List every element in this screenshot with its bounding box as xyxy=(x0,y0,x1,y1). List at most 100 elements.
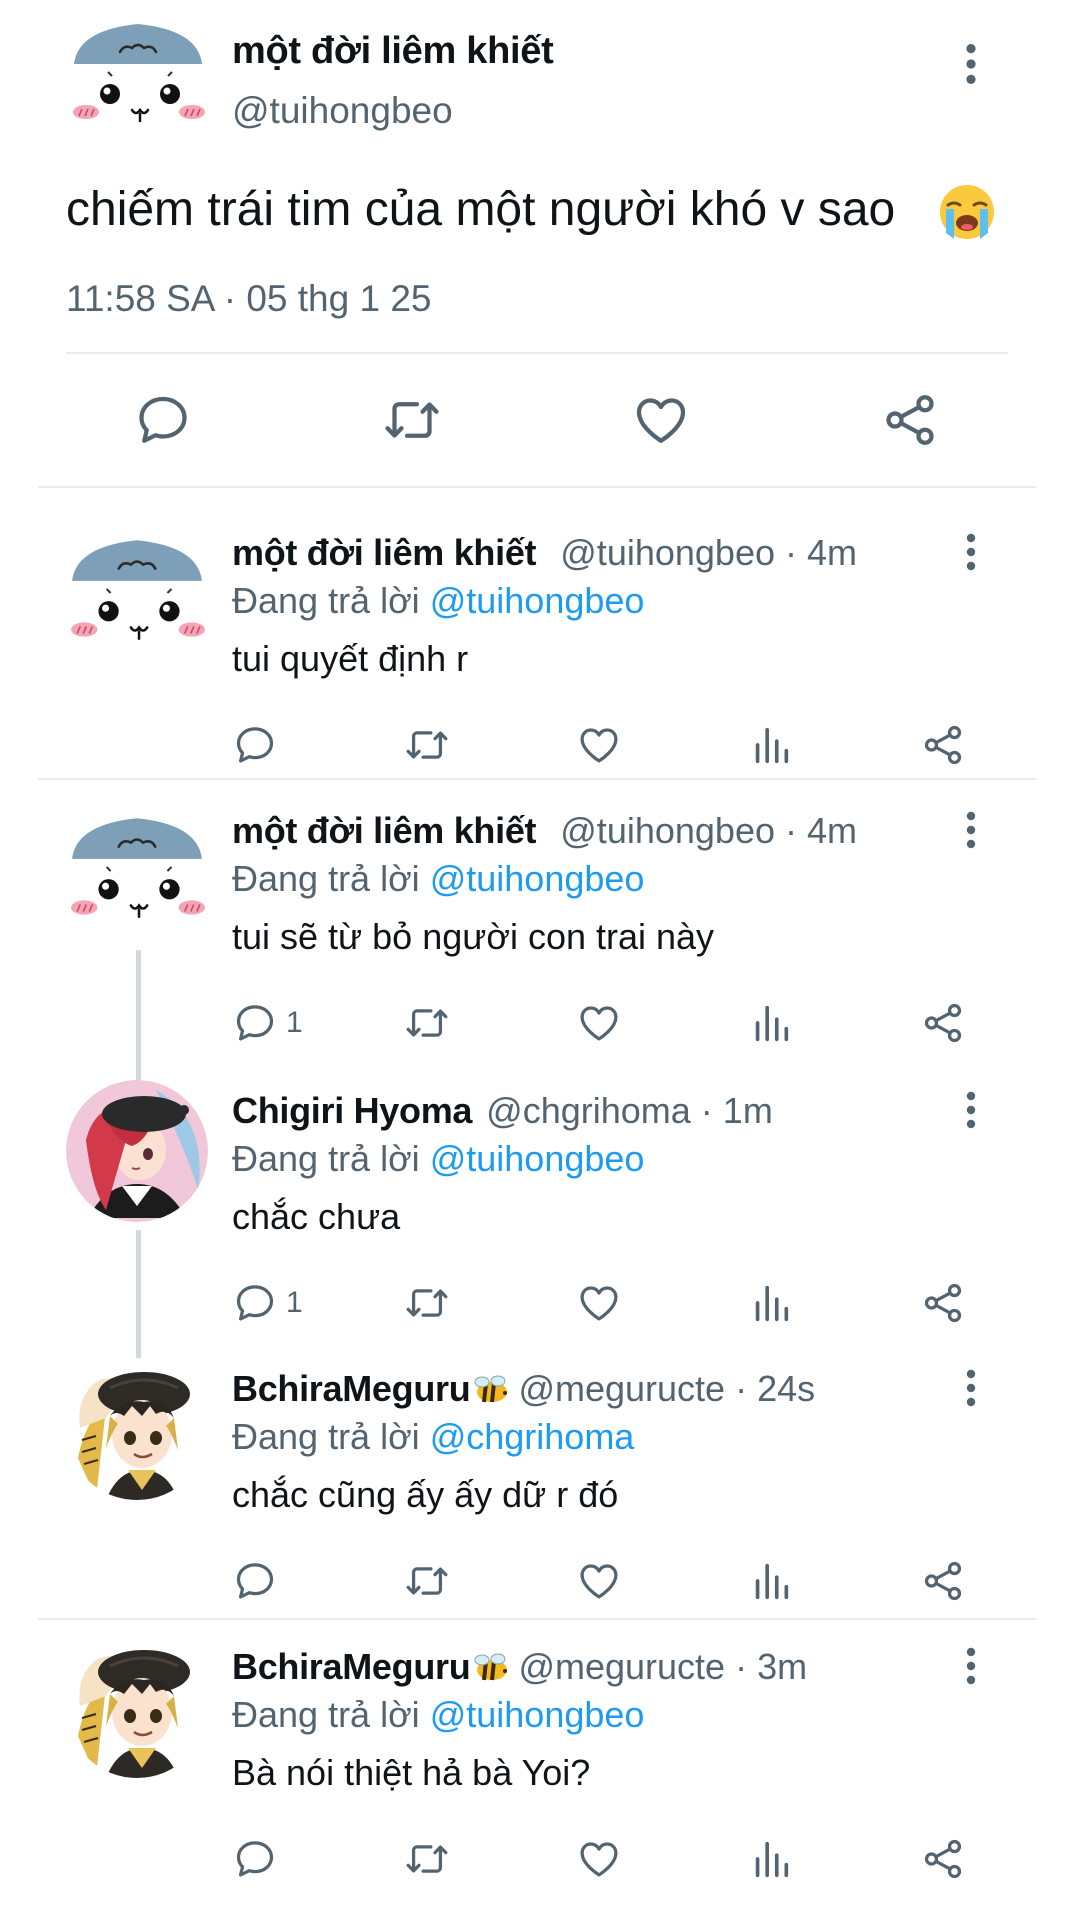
reply-text: chắc chưa xyxy=(232,1196,401,1237)
reply-button[interactable]: 1 xyxy=(232,1000,303,1046)
reply-tweet[interactable]: BchiraMeguru @meguructe · 24s Đang trả lờ… xyxy=(0,1358,1074,1634)
reply-author-handle[interactable]: @meguructe xyxy=(518,1646,725,1687)
views-button[interactable] xyxy=(748,1280,794,1326)
views-button[interactable] xyxy=(748,1000,794,1046)
like-button[interactable] xyxy=(576,722,622,768)
reply-icon xyxy=(232,1836,278,1882)
divider xyxy=(66,352,1008,354)
reply-header: BchiraMeguru @meguructe · 3m xyxy=(232,1646,808,1687)
retweet-icon xyxy=(404,1280,450,1326)
retweet-button[interactable] xyxy=(404,1280,450,1326)
reply-header: một đời liêm khiết @tuihongbeo · 4m xyxy=(232,810,857,851)
like-button[interactable] xyxy=(576,1558,622,1604)
reply-author-name[interactable]: một đời liêm khiết xyxy=(232,810,537,851)
mention-link[interactable]: @tuihongbeo xyxy=(430,580,645,621)
reply-tweet[interactable]: BchiraMeguru @meguructe · 3m Đang trả lời… xyxy=(0,1636,1074,1912)
share-icon[interactable] xyxy=(880,390,940,450)
more-options-icon[interactable] xyxy=(958,532,984,572)
share-button[interactable] xyxy=(920,1836,966,1882)
reply-author-handle[interactable]: @chgrihoma xyxy=(486,1090,691,1131)
reply-avatar[interactable] xyxy=(66,800,208,942)
share-button[interactable] xyxy=(920,1280,966,1326)
reply-time: 3m xyxy=(757,1646,808,1687)
reply-button[interactable]: 1 xyxy=(232,1280,303,1326)
more-options-icon[interactable] xyxy=(958,1090,984,1130)
reply-time: 4m xyxy=(806,532,857,573)
separator xyxy=(38,486,1036,488)
reply-avatar[interactable] xyxy=(66,1358,208,1500)
reply-tweet[interactable]: một đời liêm khiết @tuihongbeo · 4m Đang… xyxy=(0,800,1074,1076)
reply-author-handle[interactable]: @meguructe xyxy=(518,1368,725,1409)
reply-button[interactable] xyxy=(232,722,286,768)
reply-avatar[interactable] xyxy=(66,1636,208,1778)
views-button[interactable] xyxy=(748,722,794,768)
reply-icon xyxy=(232,722,278,768)
retweet-button[interactable] xyxy=(404,1558,450,1604)
reply-tweet[interactable]: Chigiri Hyoma @chgrihoma · 1m Đang trả l… xyxy=(0,1080,1074,1356)
more-options-icon[interactable] xyxy=(958,810,984,850)
more-options-icon[interactable] xyxy=(958,42,984,86)
mention-link[interactable]: @tuihongbeo xyxy=(430,1138,645,1179)
like-button[interactable] xyxy=(576,1000,622,1046)
mention-link[interactable]: @chgrihoma xyxy=(430,1416,635,1457)
stats-icon xyxy=(748,1000,794,1046)
reply-avatar[interactable] xyxy=(66,522,208,664)
retweet-icon xyxy=(404,722,450,768)
retweet-button[interactable] xyxy=(404,722,450,768)
reply-avatar[interactable] xyxy=(66,1080,208,1222)
share-button[interactable] xyxy=(920,722,966,768)
stats-icon xyxy=(748,1558,794,1604)
reply-button[interactable] xyxy=(232,1558,286,1604)
reply-count: 1 xyxy=(286,1286,303,1319)
share-icon xyxy=(920,1000,966,1046)
like-icon xyxy=(576,1836,622,1882)
share-button[interactable] xyxy=(920,1000,966,1046)
mention-link[interactable]: @tuihongbeo xyxy=(430,858,645,899)
reply-actions xyxy=(0,722,1074,772)
more-options-icon[interactable] xyxy=(958,1368,984,1408)
reply-text: chắc cũng ấy ấy dữ r đó xyxy=(232,1474,619,1515)
reply-text: tui quyết định r xyxy=(232,638,469,679)
like-icon xyxy=(576,1000,622,1046)
reply-actions xyxy=(0,1836,1074,1886)
reply-header: Chigiri Hyoma @chgrihoma · 1m xyxy=(232,1090,773,1131)
reply-author-handle[interactable]: @tuihongbeo xyxy=(560,810,775,851)
author-handle[interactable]: @tuihongbeo xyxy=(232,90,453,132)
reply-icon[interactable] xyxy=(133,390,193,450)
reply-button[interactable] xyxy=(232,1836,286,1882)
views-button[interactable] xyxy=(748,1558,794,1604)
reply-author-handle[interactable]: @tuihongbeo xyxy=(560,532,775,573)
reply-author-name[interactable]: Chigiri Hyoma xyxy=(232,1090,472,1131)
retweet-button[interactable] xyxy=(404,1836,450,1882)
retweet-button[interactable] xyxy=(404,1000,450,1046)
reply-author-name[interactable]: một đời liêm khiết xyxy=(232,532,537,573)
replying-to: Đang trả lời @tuihongbeo xyxy=(232,1138,645,1179)
like-icon xyxy=(576,1280,622,1326)
like-button[interactable] xyxy=(576,1280,622,1326)
author-name[interactable]: một đời liêm khiết xyxy=(232,30,554,73)
more-options-icon[interactable] xyxy=(958,1646,984,1686)
separator xyxy=(38,778,1036,780)
mention-link[interactable]: @tuihongbeo xyxy=(430,1694,645,1735)
replying-to: Đang trả lời @tuihongbeo xyxy=(232,580,645,621)
reply-author-name[interactable]: BchiraMeguru xyxy=(232,1368,471,1409)
author-avatar[interactable] xyxy=(68,14,208,138)
reply-time: 4m xyxy=(806,810,857,851)
share-icon xyxy=(920,1836,966,1882)
stats-icon xyxy=(748,722,794,768)
reply-header: một đời liêm khiết @tuihongbeo · 4m xyxy=(232,532,857,573)
views-button[interactable] xyxy=(748,1836,794,1882)
bee-icon xyxy=(472,1375,510,1405)
like-button[interactable] xyxy=(576,1836,622,1882)
replying-to: Đang trả lời @tuihongbeo xyxy=(232,1694,645,1735)
share-icon xyxy=(920,1558,966,1604)
like-icon xyxy=(576,1558,622,1604)
like-icon[interactable] xyxy=(631,390,691,450)
retweet-icon[interactable] xyxy=(382,390,442,450)
separator xyxy=(38,1618,1036,1620)
tweet-text: chiếm trái tim của một người khó v sao xyxy=(66,183,896,236)
share-button[interactable] xyxy=(920,1558,966,1604)
reply-tweet[interactable]: một đời liêm khiết @tuihongbeo · 4m Đang… xyxy=(0,522,1074,798)
reply-author-name[interactable]: BchiraMeguru xyxy=(232,1646,471,1687)
main-tweet: một đời liêm khiết @tuihongbeo chiếm trá… xyxy=(0,0,1074,488)
